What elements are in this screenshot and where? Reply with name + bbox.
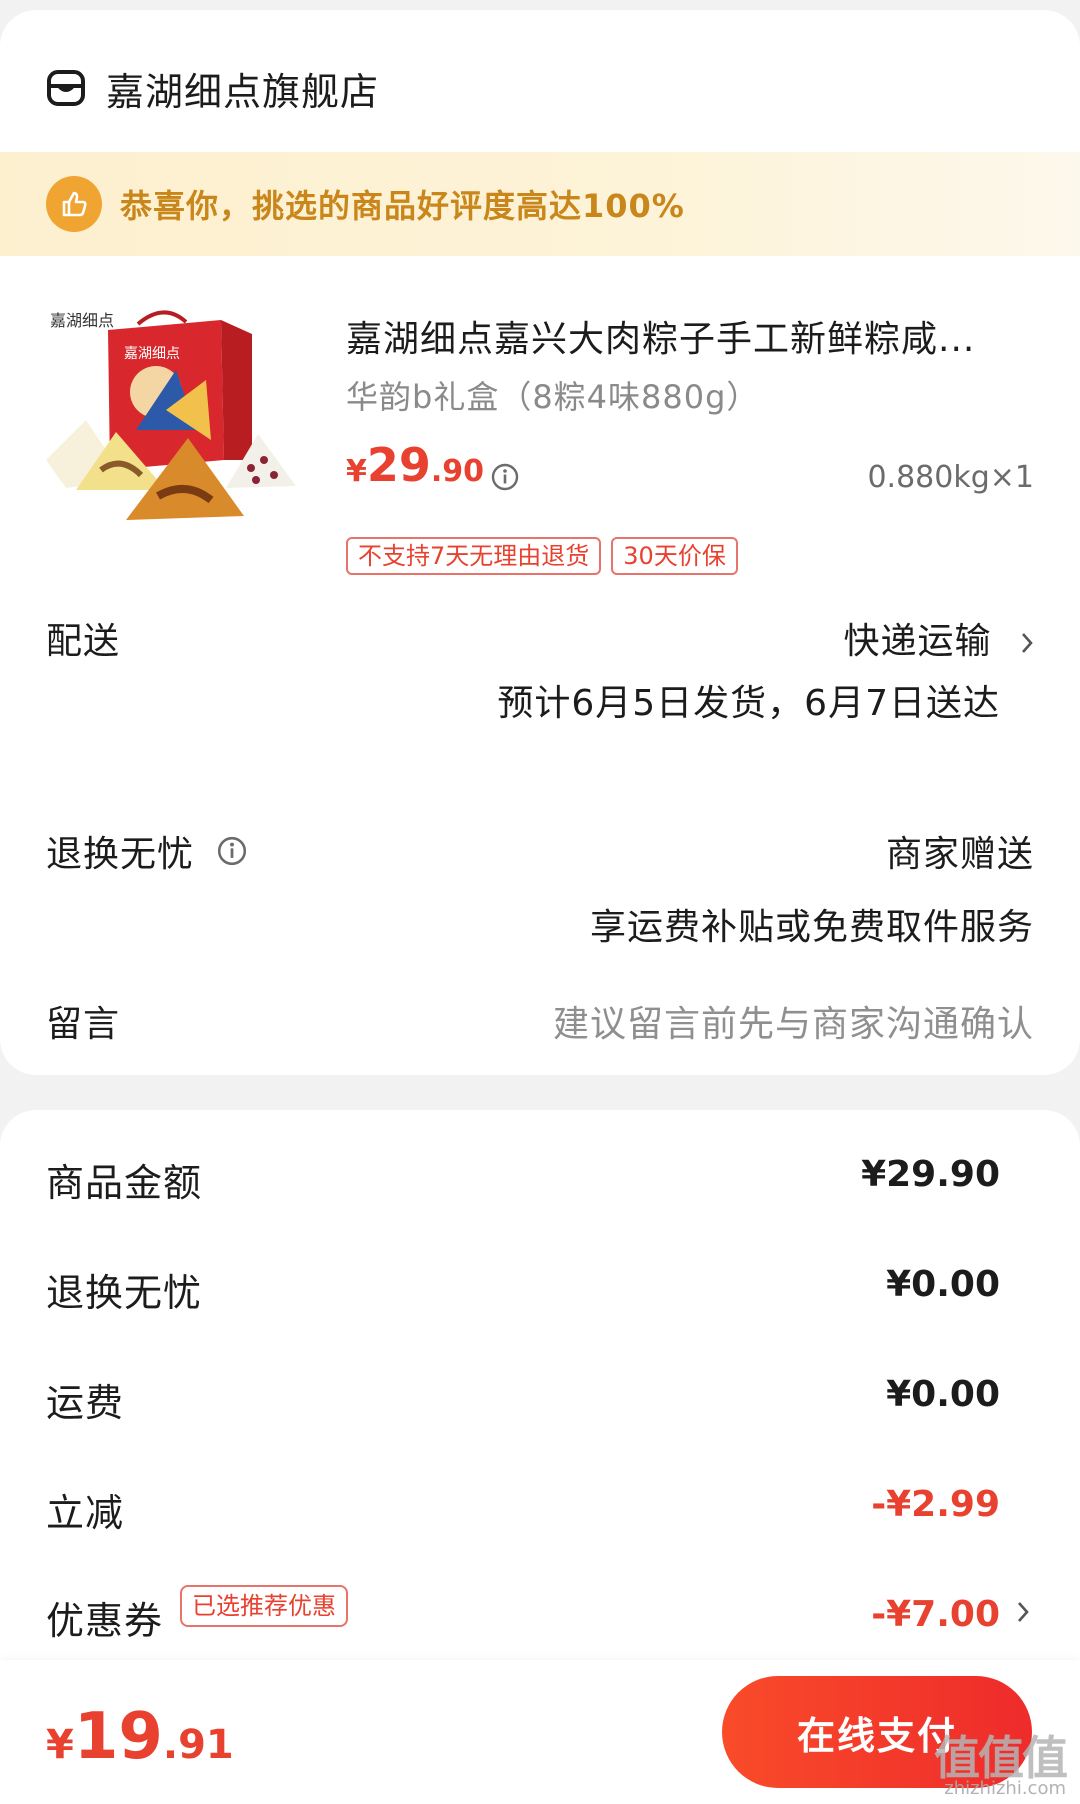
store-name: 嘉湖细点旗舰店 <box>106 69 380 114</box>
product-quantity: 0.880kg×1 <box>867 460 1034 495</box>
returns-value: 商家赠送 <box>885 834 1034 875</box>
chevron-right-icon <box>1020 623 1034 664</box>
thumbs-up-icon <box>46 176 102 232</box>
goods-amount-label: 商品金额 <box>46 1161 203 1205</box>
total-decimal: .91 <box>162 1722 234 1768</box>
returns-row-label: 退换无忧 <box>46 825 248 877</box>
returns-label: 退换无忧 <box>46 834 195 875</box>
returns-desc: 享运费补贴或免费取件服务 <box>589 907 1034 948</box>
total-integer: 19 <box>73 1700 163 1774</box>
watermark-url: zhizhizhi.com <box>944 1778 1066 1799</box>
product-price: ¥ 29 .90 <box>346 438 484 492</box>
svg-text:嘉湖细点: 嘉湖细点 <box>124 346 180 362</box>
coupon-chevron-icon[interactable] <box>1016 1600 1030 1628</box>
returns-fee-label: 退换无忧 <box>46 1271 203 1315</box>
returns-fee-value: ¥0.00 <box>886 1264 1000 1305</box>
order-detail-card: 嘉湖细点旗舰店 恭喜你，挑选的商品好评度高达100% 嘉湖细点 嘉湖细点 嘉湖细… <box>0 10 1080 1075</box>
coupon-label: 优惠券 <box>46 1599 164 1643</box>
rating-banner: 恭喜你，挑选的商品好评度高达100% <box>0 152 1080 256</box>
discount-value: -¥2.99 <box>871 1484 1000 1525</box>
shipping-label: 运费 <box>46 1381 125 1425</box>
returns-info-icon[interactable] <box>216 835 248 867</box>
message-label: 留言 <box>46 1004 121 1045</box>
tag-no-return: 不支持7天无理由退货 <box>346 537 602 575</box>
banner-text: 恭喜你，挑选的商品好评度高达100% <box>120 187 685 225</box>
price-integer: 29 <box>366 438 431 492</box>
goods-amount-value: ¥29.90 <box>861 1154 1000 1195</box>
store-icon <box>46 68 86 108</box>
delivery-method[interactable]: 快递运输 <box>844 612 1034 664</box>
total-currency: ¥ <box>46 1722 74 1768</box>
coupon-value[interactable]: -¥7.00 <box>871 1594 1000 1635</box>
product-spec: 华韵b礼盒（8粽4味880g） <box>346 378 760 416</box>
shipping-value: ¥0.00 <box>886 1374 1000 1415</box>
tag-price-protect: 30天价保 <box>611 537 738 575</box>
product-image-brand: 嘉湖细点 <box>50 311 114 330</box>
total-price: ¥ 19 .91 <box>46 1700 234 1774</box>
delivery-label: 配送 <box>46 621 121 662</box>
product-tags: 不支持7天无理由退货 30天价保 <box>346 537 738 575</box>
product-image[interactable]: 嘉湖细点 嘉湖细点 <box>46 310 312 542</box>
product-title[interactable]: 嘉湖细点嘉兴大肉粽子手工新鲜粽咸... <box>346 310 1036 362</box>
discount-label: 立减 <box>46 1491 125 1535</box>
price-currency: ¥ <box>346 454 367 489</box>
delivery-method-text: 快递运输 <box>843 621 992 662</box>
coupon-recommend-tag[interactable]: 已选推荐优惠 <box>180 1585 348 1627</box>
delivery-estimate: 预计6月5日发货，6月7日送达 <box>497 683 1000 724</box>
store-header[interactable]: 嘉湖细点旗舰店 <box>46 60 379 116</box>
price-info-icon[interactable] <box>490 462 520 496</box>
price-decimal: .90 <box>430 454 485 489</box>
message-input[interactable]: 建议留言前先与商家沟通确认 <box>553 995 1034 1047</box>
